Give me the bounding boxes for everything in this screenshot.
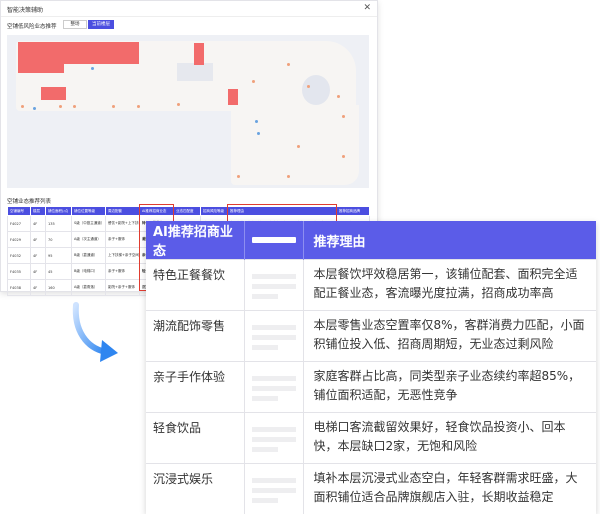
reason-cell: 本层零售业态空置率仅8%，客群消费力匹配，小面积铺位投入低、招商周期短，无业态过… — [303, 311, 596, 362]
table-cell: B级（电梯口） — [72, 264, 106, 280]
map-section-title: 空铺低风险业态推荐 — [7, 22, 57, 30]
vacant-shop[interactable] — [64, 42, 139, 64]
table-cell: 4F — [31, 248, 46, 264]
table-cell: 4F — [31, 280, 46, 296]
category-cell: 亲子手作体验 — [146, 362, 244, 413]
table-cell: F4027 — [8, 216, 31, 232]
placeholder-cell — [244, 413, 303, 464]
table-cell: 95 — [46, 248, 72, 264]
reason-cell: 本层餐饮坪效稳居第一，该铺位配套、面积完全适配正餐业态，客流曝光度拉满，招商成功… — [303, 260, 596, 311]
table-cell: 亲子+服饰 — [106, 264, 140, 280]
window-title: 智能决策辅助 — [7, 5, 43, 14]
header-placeholder — [244, 221, 303, 260]
header-cell: 楼层 — [31, 207, 46, 216]
table-cell: 135 — [46, 216, 72, 232]
header-cell: 铺位位置等级 — [72, 207, 106, 216]
table-cell: 4F — [31, 232, 46, 248]
placeholder-cell — [244, 464, 303, 514]
tab-current-floor[interactable]: 当前楼层 — [88, 20, 114, 29]
header-cell: 空铺编号 — [8, 207, 31, 216]
floor-map[interactable] — [7, 35, 369, 188]
table-cell: F4038 — [8, 280, 31, 296]
table-cell: 45 — [46, 264, 72, 280]
table-cell: A级（次主通道） — [72, 232, 106, 248]
table-cell: 亲子+服饰 — [106, 232, 140, 248]
table-cell: S级（中庭主通道） — [72, 216, 106, 232]
category-cell: 潮流配饰零售 — [146, 311, 244, 362]
arrow-icon — [66, 300, 126, 370]
recommendation-row: 潮流配饰零售 本层零售业态空置率仅8%，客群消费力匹配，小面积铺位投入低、招商周期… — [146, 311, 596, 362]
placeholder-cell — [244, 311, 303, 362]
reason-cell: 家庭客群占比高，同类型亲子业态续约率超85%，铺位面积适配，无恶性竞争 — [303, 362, 596, 413]
header-cell: 推荐招商品牌 — [337, 207, 370, 216]
tab-whole-mall[interactable]: 整场 — [63, 20, 87, 29]
header-category: AI推荐招商业态 — [146, 221, 244, 260]
recommendation-row: 轻食饮品 电梯口客流截留效果好，轻食饮品投资小、回本快，本层缺口2家，无饱和风险 — [146, 413, 596, 464]
header-cell: 铺位面积(㎡) — [46, 207, 72, 216]
divider — [1, 16, 377, 17]
category-cell: 轻食饮品 — [146, 413, 244, 464]
vacant-shop[interactable] — [41, 87, 66, 100]
list-section-title: 空铺业态推荐列表 — [7, 197, 51, 205]
recommendation-row: 特色正餐餐饮 本层餐饮坪效稳居第一，该铺位配套、面积完全适配正餐业态，客流曝光度拉… — [146, 260, 596, 311]
ai-recommendation-panel: AI推荐招商业态 推荐理由 特色正餐餐饮 本层餐饮坪效稳居第一，该铺位配套、面积完… — [146, 221, 596, 514]
close-icon[interactable]: ✕ — [363, 3, 371, 13]
table-cell: 4F — [31, 264, 46, 280]
header-cell: 招商风险等级 — [201, 207, 228, 216]
category-cell: 特色正餐餐饮 — [146, 260, 244, 311]
header-cell: 业态匹配度 — [174, 207, 201, 216]
table-cell: 160 — [46, 280, 72, 296]
reason-cell: 填补本层沉浸式业态空白，年轻客群需求旺盛，大面积铺位适合品牌旗舰店入驻，长期收益… — [303, 464, 596, 514]
vacant-shop[interactable] — [228, 89, 238, 105]
header-reason: 推荐理由 — [303, 221, 596, 260]
table-cell: F4032 — [8, 248, 31, 264]
placeholder-cell — [244, 362, 303, 413]
table-cell: F4029 — [8, 232, 31, 248]
recommendation-row: 亲子手作体验 家庭客群占比高，同类型亲子业态续约率超85%，铺位面积适配，无恶性竞… — [146, 362, 596, 413]
reason-cell: 电梯口客流截留效果好，轻食饮品投资小、回本快，本层缺口2家，无饱和风险 — [303, 413, 596, 464]
vacant-shop[interactable] — [18, 42, 64, 73]
header-cell: 周边配套 — [106, 207, 140, 216]
table-cell: 4F — [31, 216, 46, 232]
table-cell: 餐饮+影院+上下扶梯 — [106, 216, 140, 232]
vacant-shop[interactable] — [194, 43, 204, 65]
table-cell: B级（靠通道） — [72, 248, 106, 264]
table-cell: A级（靠角落） — [72, 280, 106, 296]
table-cell: F4035 — [8, 264, 31, 280]
placeholder-cell — [244, 260, 303, 311]
recommendation-row: 沉浸式娱乐 填补本层沉浸式业态空白，年轻客群需求旺盛，大面积铺位适合品牌旗舰店入驻… — [146, 464, 596, 514]
table-cell: 影院+亲子+服饰 — [106, 280, 140, 296]
table-cell: 上下扶梯+亲子空间 — [106, 248, 140, 264]
category-cell: 沉浸式娱乐 — [146, 464, 244, 514]
panel-header: AI推荐招商业态 推荐理由 — [146, 221, 596, 260]
table-cell: 70 — [46, 232, 72, 248]
